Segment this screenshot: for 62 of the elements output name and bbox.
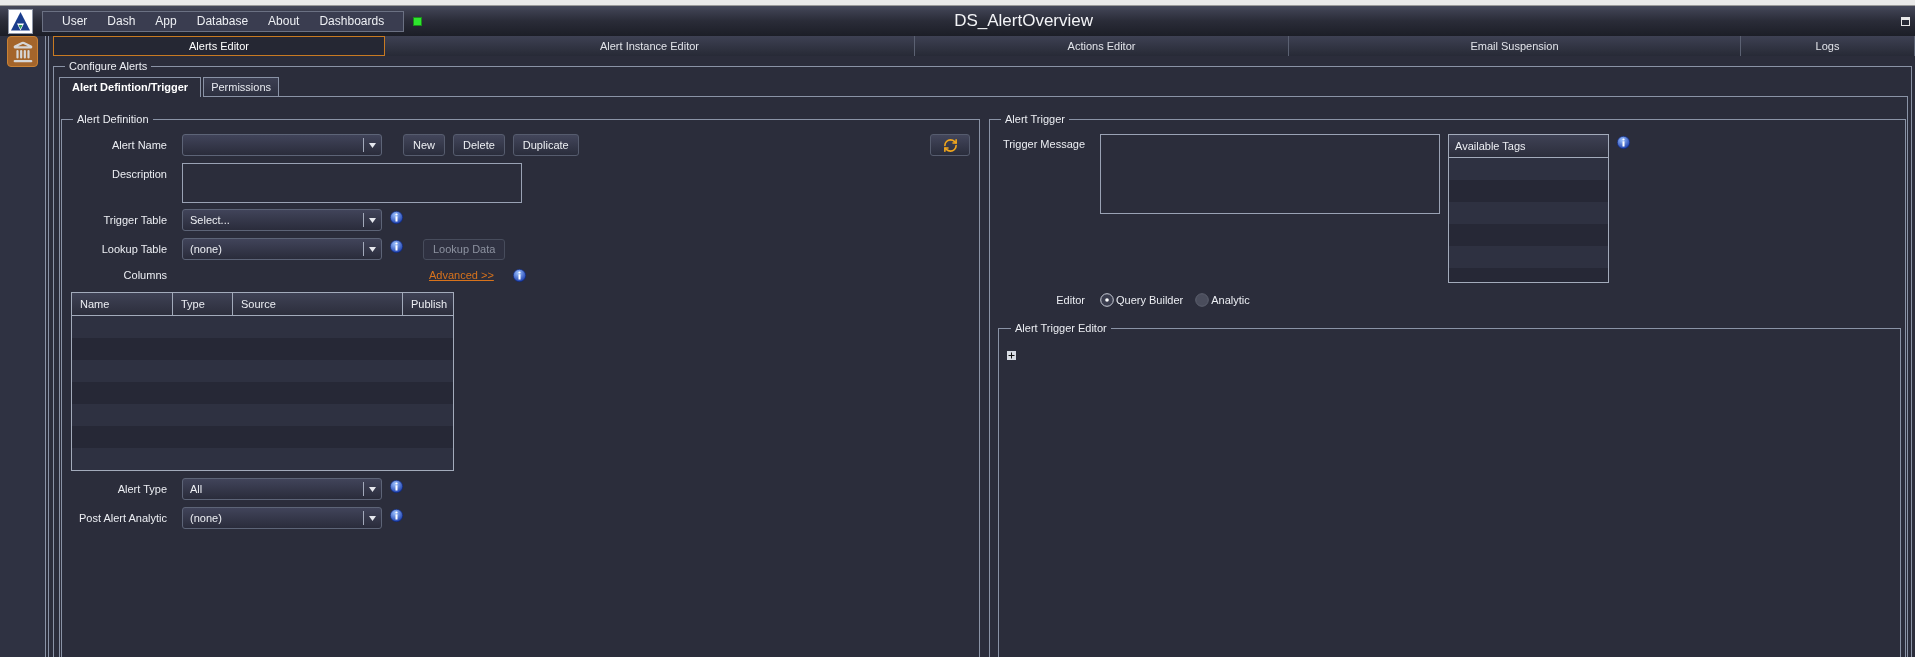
- radio-option[interactable]: Query Builder: [1100, 291, 1184, 309]
- dropdown[interactable]: (none): [182, 238, 382, 260]
- dropdown[interactable]: Select...: [182, 209, 382, 231]
- column-header[interactable]: Name: [72, 293, 173, 315]
- caret-icon: [369, 486, 376, 492]
- info-icon[interactable]: [512, 268, 526, 282]
- menu-item[interactable]: Dash: [97, 12, 146, 30]
- caret-icon: [369, 515, 376, 521]
- bank-icon: [11, 40, 34, 63]
- tab[interactable]: Alert Instance Editor: [385, 36, 915, 56]
- info-icon[interactable]: [390, 480, 403, 493]
- column-header[interactable]: Type: [173, 293, 233, 315]
- group-title: Alert Trigger Editor: [1014, 321, 1108, 335]
- caret-icon: [369, 142, 376, 148]
- tab[interactable]: Permissions: [203, 77, 280, 97]
- logo-icon: [8, 8, 33, 34]
- group-title: Configure Alerts: [68, 59, 149, 73]
- radio-option[interactable]: Analytic: [1195, 291, 1250, 309]
- column-header[interactable]: Publish: [403, 293, 453, 315]
- field-label: Editor: [1055, 292, 1085, 308]
- field-label: Alert Type: [116, 481, 167, 497]
- plus-box-icon[interactable]: [1007, 351, 1016, 360]
- refresh-button[interactable]: [930, 134, 970, 156]
- field-label: Trigger Message: [1001, 137, 1085, 152]
- refresh-icon: [942, 137, 958, 153]
- text-area[interactable]: [182, 163, 522, 203]
- group-title: Alert Definition: [76, 112, 150, 126]
- menu-item[interactable]: Dashboards: [309, 12, 395, 30]
- dropdown[interactable]: All: [182, 478, 382, 500]
- sidebar-item[interactable]: [7, 36, 38, 67]
- info-icon[interactable]: [390, 240, 403, 253]
- column-header[interactable]: Source: [233, 293, 403, 315]
- field-label: Alert Name: [110, 137, 167, 153]
- text-area[interactable]: [1100, 134, 1440, 214]
- menu-item[interactable]: App: [145, 12, 187, 30]
- menu-item[interactable]: About: [258, 12, 310, 30]
- action-button[interactable]: Delete: [453, 134, 505, 156]
- advanced-link[interactable]: Advanced >>: [429, 266, 494, 284]
- action-button[interactable]: New: [403, 134, 445, 156]
- action-button[interactable]: Duplicate: [512, 134, 579, 156]
- tab[interactable]: Actions Editor: [915, 36, 1289, 56]
- tab[interactable]: Email Suspension: [1289, 36, 1741, 56]
- info-icon[interactable]: [390, 509, 403, 522]
- tab[interactable]: Alert Defintion/Trigger: [59, 77, 202, 97]
- column-header: Available Tags: [1449, 135, 1608, 158]
- field-label: Lookup Table: [100, 241, 167, 257]
- maximize-icon[interactable]: [1901, 16, 1910, 26]
- caret-icon: [369, 246, 376, 252]
- field-label: Post Alert Analytic: [77, 510, 167, 526]
- menu-item[interactable]: Database: [186, 12, 259, 30]
- group-title: Alert Trigger: [1004, 112, 1066, 126]
- info-icon[interactable]: [390, 211, 403, 224]
- caret-icon: [369, 217, 376, 223]
- field-label: Description: [110, 167, 167, 182]
- info-icon[interactable]: [1617, 136, 1630, 149]
- tab[interactable]: Alerts Editor: [53, 36, 385, 56]
- menu-item[interactable]: User: [52, 12, 98, 30]
- field-label: Columns: [122, 267, 167, 283]
- tab[interactable]: Logs: [1741, 36, 1915, 56]
- field-label: Trigger Table: [102, 212, 167, 228]
- window-title: DS_AlertOverview: [954, 10, 1094, 33]
- dropdown[interactable]: (none): [182, 507, 382, 529]
